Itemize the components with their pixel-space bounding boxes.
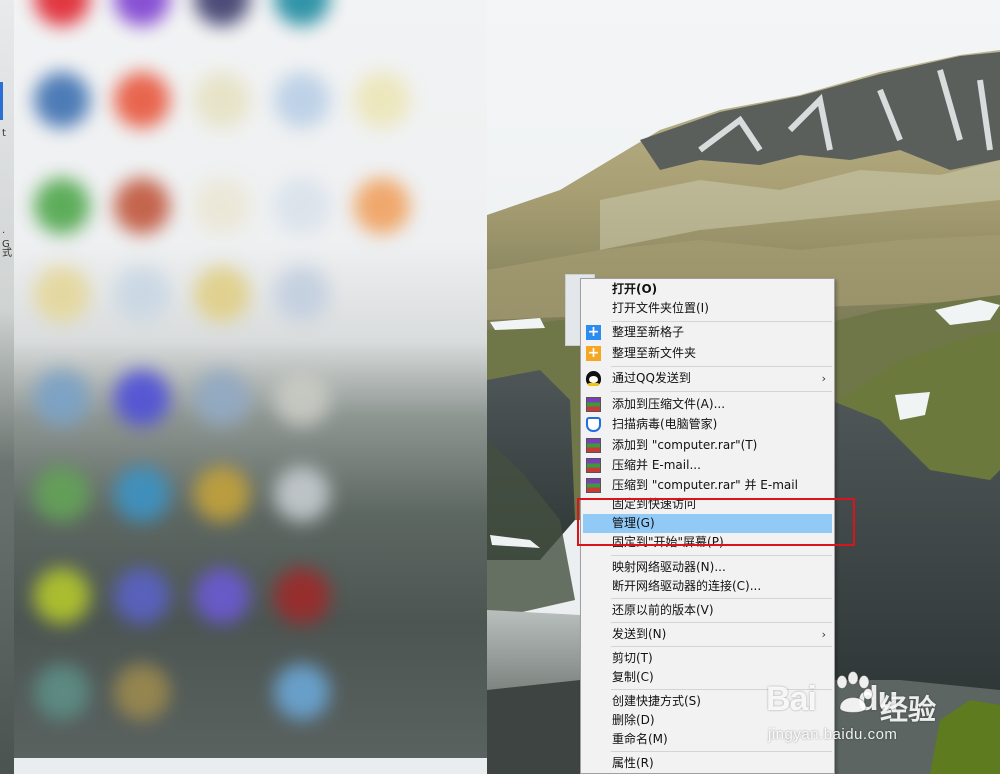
menu-separator (611, 321, 832, 322)
blurred-app-icon (194, 568, 250, 624)
blurred-app-icon (194, 266, 250, 322)
left-screen-edge: t · G 式 (0, 0, 14, 774)
blurred-app-icon (114, 178, 170, 234)
winrar-icon (586, 438, 601, 453)
blurred-app-icon (274, 664, 330, 720)
menu-item-organize-new-box[interactable]: + 整理至新格子 (583, 323, 832, 342)
edge-text-fragment: 式 (2, 248, 12, 259)
blurred-app-icon (114, 568, 170, 624)
menu-item-cut[interactable]: 剪切(T) (583, 649, 832, 668)
menu-separator (611, 391, 832, 392)
submenu-arrow-icon: › (821, 628, 826, 641)
menu-separator (611, 622, 832, 623)
blurred-app-icon (274, 0, 330, 26)
blurred-app-icon (274, 466, 330, 522)
blurred-app-icon (194, 72, 250, 128)
baidu-jingyan-watermark: Bai du 经验 jingyan.baidu.com (766, 670, 986, 750)
blurred-app-icon (34, 568, 90, 624)
blurred-app-icon (274, 72, 330, 128)
blurred-app-icon (114, 0, 170, 26)
menu-item-send-via-qq[interactable]: 通过QQ发送到 › (583, 369, 832, 388)
blurred-app-icon (34, 178, 90, 234)
winrar-icon (586, 478, 601, 493)
blurred-app-icon (34, 72, 90, 128)
watermark-brand-cn: 经验 (880, 693, 937, 726)
menu-separator (611, 555, 832, 556)
menu-item-open[interactable]: 打开(O) (583, 280, 832, 299)
qq-penguin-icon (586, 371, 601, 386)
menu-item-add-to-computer-rar[interactable]: 添加到 "computer.rar"(T) (583, 436, 832, 455)
menu-separator (611, 751, 832, 752)
blurred-app-icon (114, 466, 170, 522)
plus-orange-icon: + (586, 345, 601, 361)
blurred-app-icon (274, 178, 330, 234)
blurred-app-icon (34, 0, 90, 26)
blurred-app-icon (194, 370, 250, 426)
winrar-icon (586, 397, 601, 412)
plus-blue-icon: + (586, 324, 601, 340)
watermark-url: jingyan.baidu.com (768, 726, 898, 743)
menu-separator (611, 366, 832, 367)
blurred-app-icon (354, 178, 410, 234)
menu-separator (611, 646, 832, 647)
blurred-app-icon (194, 466, 250, 522)
blurred-app-icon (114, 266, 170, 322)
blurred-app-icon (34, 370, 90, 426)
blurred-app-icon (114, 72, 170, 128)
menu-item-properties[interactable]: 属性(R) (583, 754, 832, 773)
menu-separator (611, 598, 832, 599)
edge-text-fragment: t (2, 128, 6, 139)
blurred-app-icon (194, 178, 250, 234)
blurred-app-icon (114, 664, 170, 720)
baidu-paw-icon (836, 671, 873, 713)
shield-icon (586, 417, 601, 432)
menu-item-organize-new-folder[interactable]: + 整理至新文件夹 (583, 344, 832, 363)
blurred-app-icon (114, 370, 170, 426)
highlight-annotation-box (577, 498, 855, 546)
menu-item-open-file-location[interactable]: 打开文件夹位置(I) (583, 299, 832, 318)
menu-item-scan-virus[interactable]: 扫描病毒(电脑管家) (583, 415, 832, 434)
winrar-icon (586, 458, 601, 473)
blurred-app-icon (34, 664, 90, 720)
window-edge-accent (0, 82, 3, 120)
blurred-app-icon (194, 0, 250, 26)
blurred-app-icon (274, 266, 330, 322)
menu-item-add-to-archive[interactable]: 添加到压缩文件(A)... (583, 395, 832, 414)
menu-item-send-to[interactable]: 发送到(N) › (583, 625, 832, 644)
submenu-arrow-icon: › (821, 372, 826, 385)
menu-item-map-network-drive[interactable]: 映射网络驱动器(N)... (583, 558, 832, 577)
blurred-app-icon (274, 370, 330, 426)
menu-item-compress-to-rar-and-email[interactable]: 压缩到 "computer.rar" 并 E-mail (583, 476, 832, 495)
menu-item-disconnect-network-drive[interactable]: 断开网络驱动器的连接(C)... (583, 577, 832, 596)
blurred-app-icon (354, 72, 410, 128)
blurred-app-grid (14, 0, 487, 758)
blurred-app-icon (274, 568, 330, 624)
blurred-app-icon (34, 266, 90, 322)
blurred-app-icon (34, 466, 90, 522)
menu-item-compress-and-email[interactable]: 压缩并 E-mail... (583, 456, 832, 475)
menu-item-restore-previous-versions[interactable]: 还原以前的版本(V) (583, 601, 832, 620)
